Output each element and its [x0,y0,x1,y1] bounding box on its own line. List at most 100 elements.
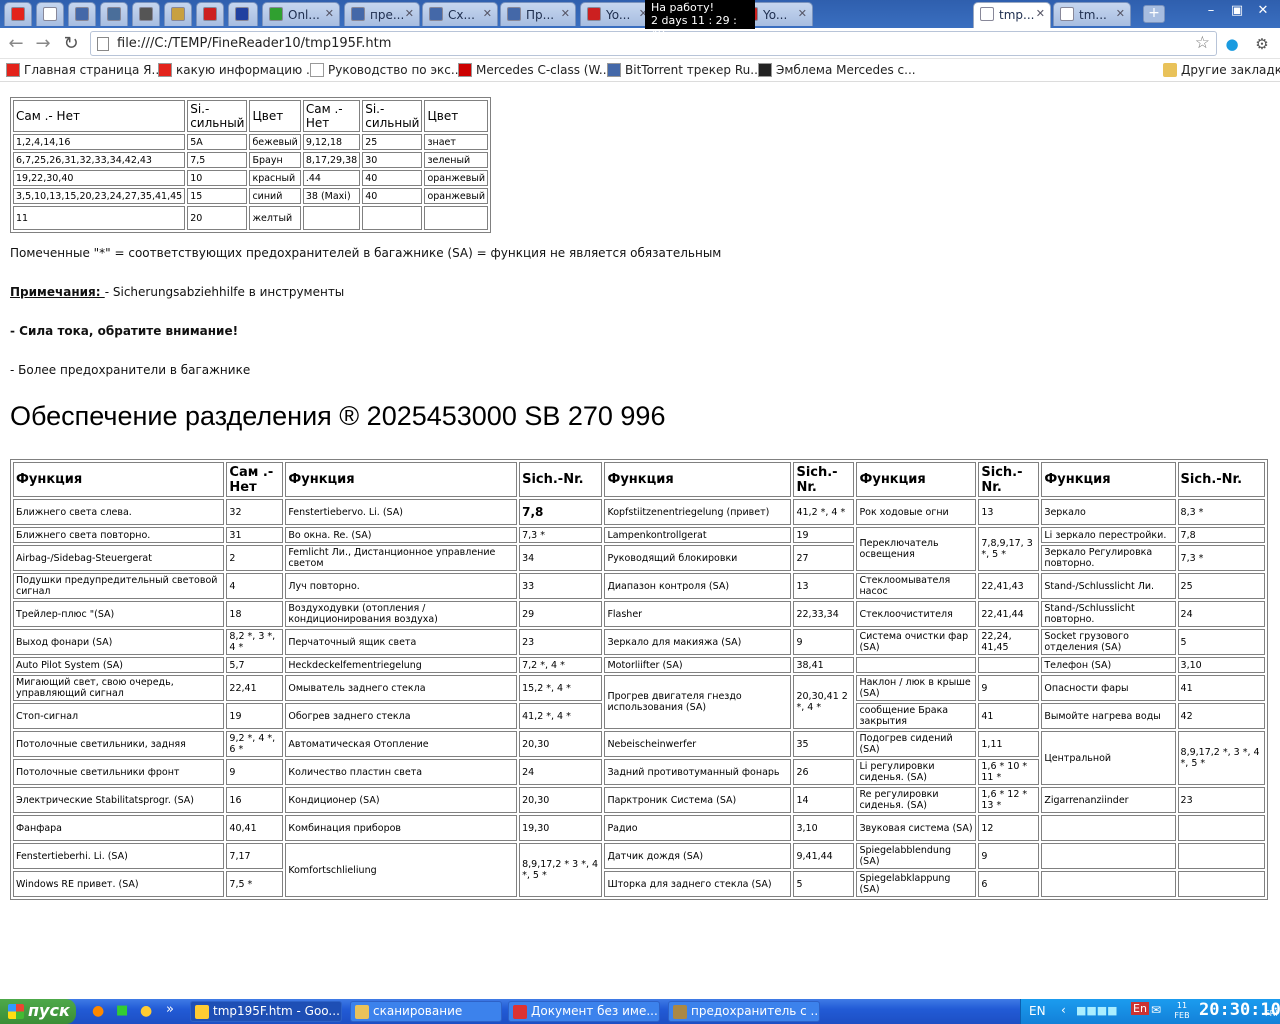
bookmark-item[interactable]: Главная страница Я... [6,63,163,77]
tab-label: пре... [370,8,405,22]
close-tab-icon[interactable]: ✕ [561,7,570,20]
browser-tab[interactable] [68,2,96,26]
table-cell: 6 [978,871,1040,897]
table-row: Подушки предупредительный световой сигна… [13,573,1265,599]
browser-tab[interactable]: tm... ✕ [1053,2,1131,26]
table-cell: 11 [13,206,186,230]
arrows-icon [75,7,89,21]
bookmark-item[interactable]: BitTorrent трекер Ru... [607,63,762,77]
browser-tab[interactable]: пре... ✕ [344,2,420,26]
tab-label: Onl... [288,8,320,22]
browser-tab[interactable]: Сх... ✕ [422,2,498,26]
table-header: Сам .- Нет [13,100,186,132]
table-cell [1177,815,1265,841]
new-tab-button[interactable]: + [1143,5,1165,23]
table-cell: Потолочные светильники, задняя [13,731,225,757]
system-tray: EN ‹ ■■■■ En ✉ 11 FEB 20:30:10 FRI [1020,999,1280,1024]
table-cell: 20,30,41 2 *, 4 * [793,675,855,729]
table-cell: синий [249,188,301,204]
table-cell: 15,2 *, 4 * [519,675,603,701]
table-cell: 7,5 * [226,871,284,897]
firefox-icon[interactable]: ● [92,1003,104,1019]
table-cell: Воздуходувки (отопления / кондиционирова… [285,601,518,627]
table-cell: 20,30 [519,787,603,813]
taskbar-button[interactable]: предохранитель с ... [668,1001,820,1022]
table-cell: 14 [793,787,855,813]
forward-button[interactable]: → [32,33,54,55]
bookmark-item[interactable]: Руководство по экс... [310,63,462,77]
other-bookmarks[interactable]: Другие закладки [1163,63,1280,77]
chrome-icon[interactable]: ● [140,1003,152,1019]
table-cell: 38,41 [793,657,855,673]
wrench-icon[interactable]: ⚙ [1252,34,1272,54]
browser-tab[interactable]: Onl... ✕ [262,2,340,26]
close-tab-icon[interactable]: ✕ [1036,7,1045,20]
table-cell: Мигающий свет, свою очередь, управляющий… [13,675,225,701]
table-cell: Fenstertiebervo. Li. (SA) [285,499,518,525]
back-button[interactable]: ← [5,33,27,55]
skype-icon[interactable]: ● [1222,34,1242,54]
table-cell: Система очистки фар (SA) [856,629,977,655]
tab-label: Yo... [763,8,788,22]
close-window-button[interactable]: ✕ [1252,2,1274,20]
table-cell [856,657,977,673]
yandex-icon [11,7,25,21]
table-cell: Количество пластин света [285,759,518,785]
table-cell: 24 [519,759,603,785]
chevron-left-icon[interactable]: ‹ [1061,1003,1066,1017]
bookmark-item[interactable]: Эмблема Mercedes с... [758,63,916,77]
table-cell: 40 [362,188,423,204]
table-cell: зеленый [424,152,489,168]
bookmark-item[interactable]: какую информацию ... [158,63,317,77]
tab-label: Сх... [448,8,475,22]
table-cell: Радио [604,815,792,841]
table-cell: бежевый [249,134,301,150]
browser-tab[interactable] [196,2,224,26]
table-cell: 7,5 [187,152,248,168]
arrows-icon [429,7,443,21]
table-cell: Подушки предупредительный световой сигна… [13,573,225,599]
taskbar: пуск ● ■ ● » tmp195F.htm - Goo... сканиро… [0,999,1280,1024]
maximize-button[interactable]: ▣ [1226,2,1248,20]
close-tab-icon[interactable]: ✕ [325,7,334,20]
minimize-button[interactable]: – [1200,2,1222,20]
fuse-color-table: Сам .- Нет Si.-сильный Цвет Сам .- Нет Si.-с… [10,97,492,233]
reload-button[interactable]: ↻ [60,33,82,55]
taskbar-button[interactable]: tmp195F.htm - Goo... [190,1001,342,1022]
browser-tab[interactable] [4,2,32,26]
browser-tab[interactable] [36,2,64,26]
browser-tab[interactable] [164,2,192,26]
browser-tab[interactable] [100,2,128,26]
close-tab-icon[interactable]: ✕ [1116,7,1125,20]
close-tab-icon[interactable]: ✕ [798,7,807,20]
browser-tab[interactable] [132,2,160,26]
close-tab-icon[interactable]: ✕ [405,7,414,20]
mail-icon[interactable]: ✉ [1151,1003,1161,1017]
taskbar-button[interactable]: Документ без име... [508,1001,660,1022]
table-cell: оранжевый [424,188,489,204]
table-cell: Ближнего света повторно. [13,527,225,543]
browser-tab[interactable]: tmp... ✕ [973,2,1051,28]
table-cell: 19 [793,527,855,543]
tray-icons[interactable]: ■■■■ [1076,1004,1118,1017]
page-icon [97,37,109,51]
table-header: Функция [13,462,225,497]
language-indicator[interactable]: EN [1029,1004,1046,1018]
table-cell: 13 [793,573,855,599]
table-cell: 22,41,43 [978,573,1040,599]
close-tab-icon[interactable]: ✕ [483,7,492,20]
taskbar-button[interactable]: сканирование [350,1001,502,1022]
browser-tab[interactable] [228,2,258,26]
table-cell: Омыватель заднего стекла [285,675,518,701]
start-button[interactable]: пуск [0,999,76,1024]
browser-tab[interactable]: Yo... ✕ [580,2,654,26]
bookmark-item[interactable]: Mercedes C-class (W... [458,63,610,77]
table-cell: 19 [226,703,284,729]
app-icon[interactable]: ■ [116,1003,128,1018]
table-header: Цвет [424,100,489,132]
bookmark-star-icon[interactable]: ☆ [1195,33,1210,53]
tray-language-badge[interactable]: En [1131,1002,1149,1015]
table-cell [1041,815,1176,841]
more-icon[interactable]: » [166,1002,174,1017]
browser-tab[interactable]: Пр... ✕ [500,2,576,26]
